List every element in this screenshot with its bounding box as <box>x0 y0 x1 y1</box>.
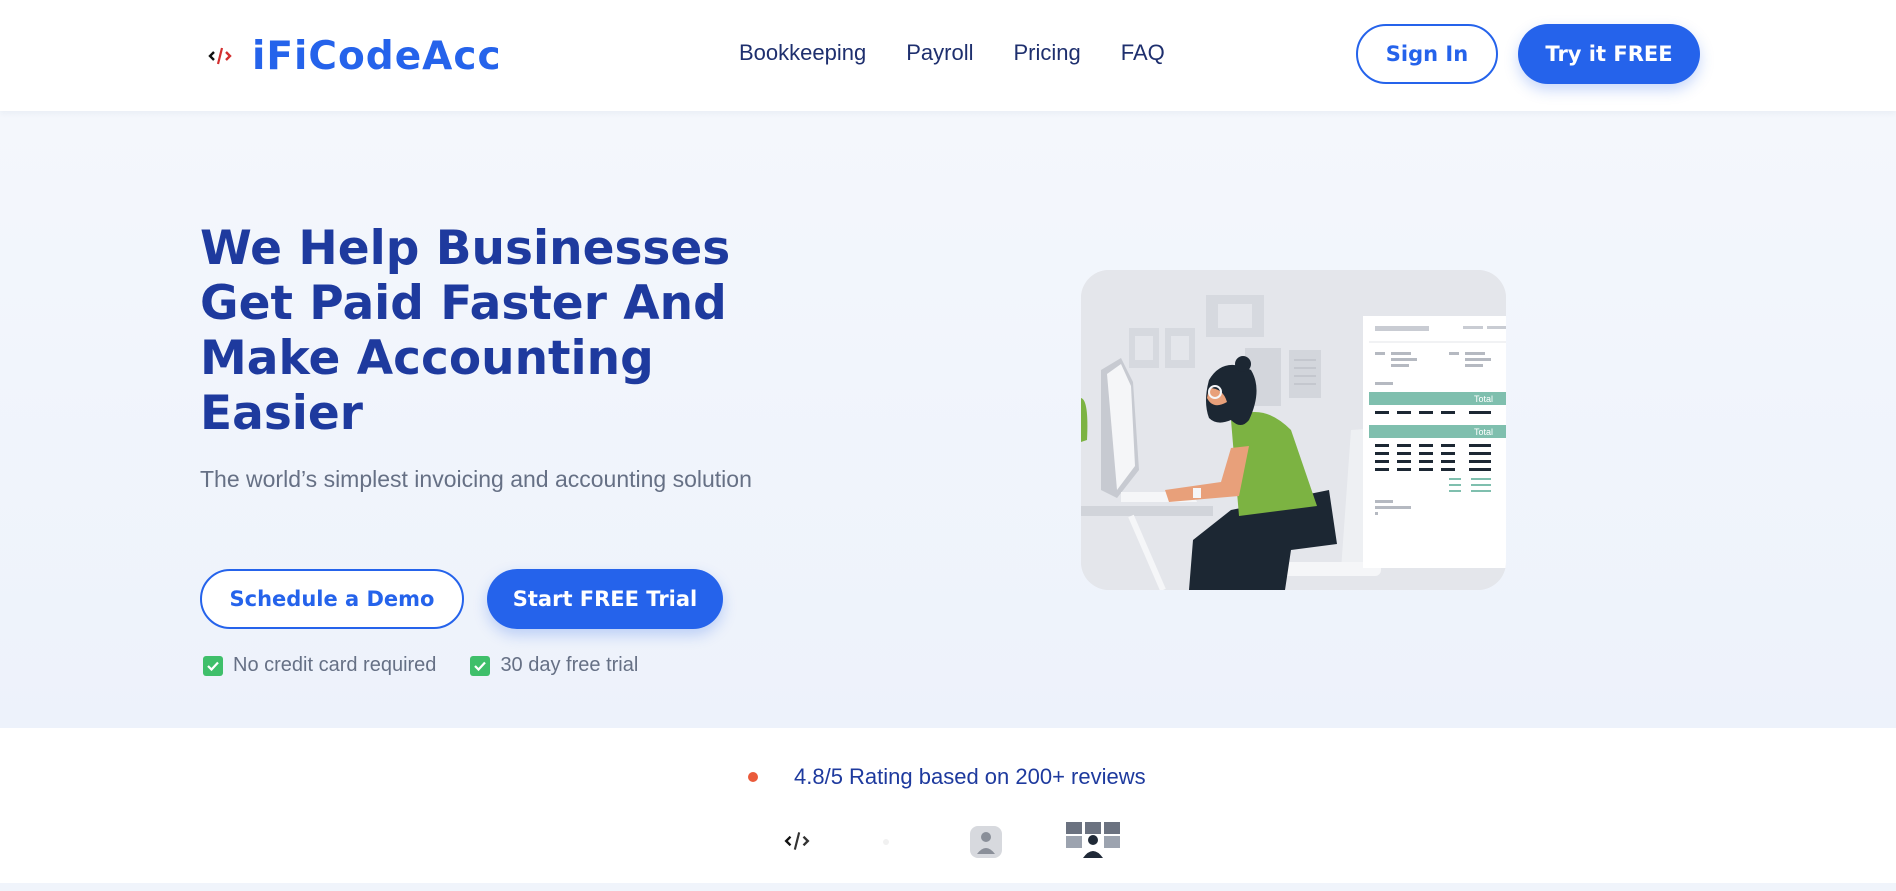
hero-section: We Help Businesses Get Paid Faster And M… <box>0 111 1896 728</box>
benefit-no-credit-card: No credit card required <box>203 654 436 677</box>
benefit-free-trial: 30 day free trial <box>470 654 638 677</box>
benefit-label: 30 day free trial <box>500 654 639 676</box>
sign-in-button[interactable]: Sign In <box>1356 24 1498 84</box>
partner-logos <box>776 820 1126 862</box>
partner-logo-icon <box>883 839 889 845</box>
rating-text: 4.8/5 Rating based on 200+ reviews <box>794 764 1146 789</box>
hero-subtitle: The world’s simplest invoicing and accou… <box>200 466 752 492</box>
checkbox-icon <box>203 655 223 676</box>
nav-item-bookkeeping[interactable]: Bookkeeping <box>739 40 866 66</box>
accountant-illustration-icon: Total Total <box>1081 270 1506 590</box>
partner-logo-icon <box>1066 822 1120 858</box>
invoice-total-label-1: Total <box>1474 394 1493 404</box>
schedule-demo-button[interactable]: Schedule a Demo <box>200 569 464 629</box>
logo-mark-icon <box>208 47 232 65</box>
hero-title-line-1: We Help Businesses <box>200 221 731 276</box>
benefit-checks: No credit card required 30 day free tria… <box>203 654 638 677</box>
checkbox-icon <box>470 655 491 676</box>
brand-name: iFiCodeAcc <box>252 33 502 79</box>
partner-logo-icon <box>784 832 810 850</box>
start-trial-button[interactable]: Start FREE Trial <box>487 569 723 629</box>
section-divider <box>0 883 1896 891</box>
brand-logo[interactable]: iFiCodeAcc <box>208 33 502 79</box>
hero-title-line-4: Easier <box>200 386 363 441</box>
nav-item-pricing[interactable]: Pricing <box>1013 40 1080 66</box>
benefit-label: No credit card required <box>233 654 437 676</box>
reviews-section: 4.8/5 Rating based on 200+ reviews <box>0 728 1896 891</box>
rating-summary: 4.8/5 Rating based on 200+ reviews <box>748 764 1146 790</box>
nav-item-faq[interactable]: FAQ <box>1121 40 1165 66</box>
hero-title: We Help Businesses Get Paid Faster And M… <box>200 221 800 441</box>
main-nav: Bookkeeping Payroll Pricing FAQ <box>739 40 1165 66</box>
invoice-total-label-2: Total <box>1474 427 1493 437</box>
hero-title-line-3: Make Accounting <box>200 331 654 386</box>
site-header: iFiCodeAcc Bookkeeping Payroll Pricing F… <box>0 0 1896 111</box>
try-free-button[interactable]: Try it FREE <box>1518 24 1700 84</box>
hero-title-line-2: Get Paid Faster And <box>200 276 727 331</box>
nav-item-payroll[interactable]: Payroll <box>906 40 973 66</box>
hero-illustration: Total Total <box>1081 270 1506 590</box>
rating-dot-icon <box>748 772 758 782</box>
partner-logo-icon <box>970 826 1002 858</box>
